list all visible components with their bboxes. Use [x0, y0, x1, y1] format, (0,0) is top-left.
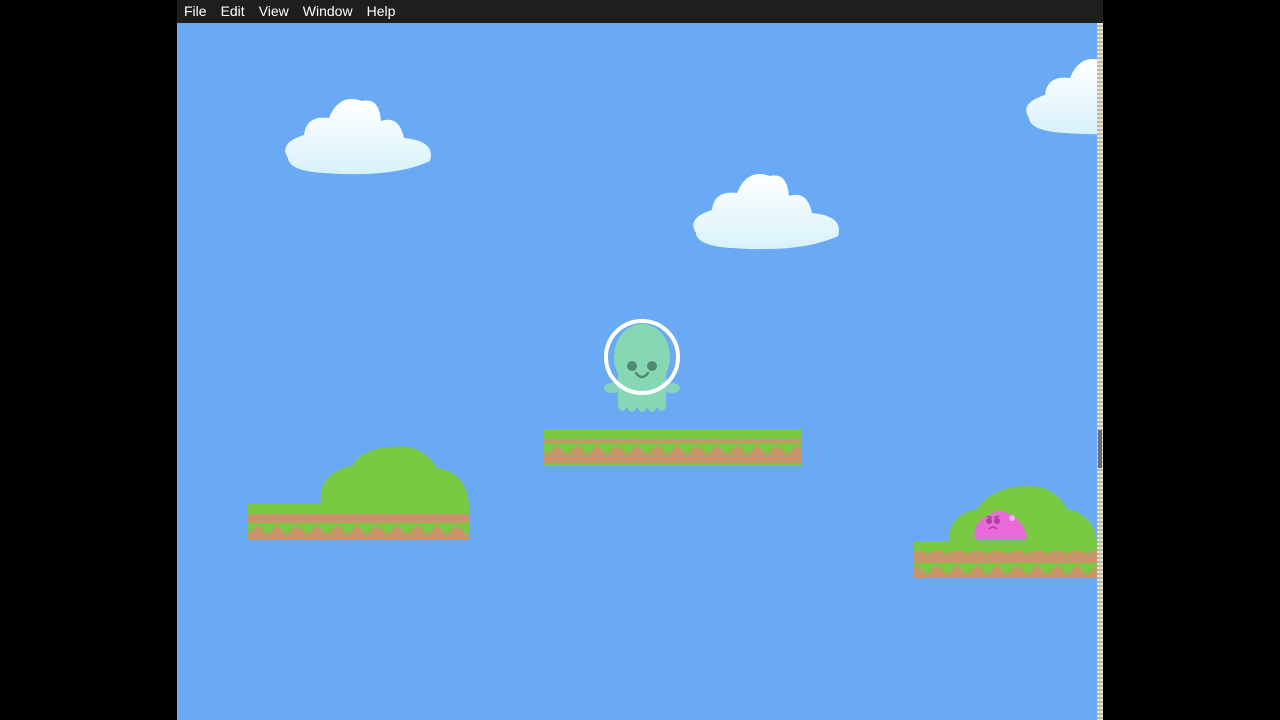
menu-edit[interactable]: Edit — [214, 0, 252, 23]
game-window: File Edit View Window Help — [177, 0, 1103, 720]
grass-platform — [247, 504, 469, 540]
scrollbar-thumb[interactable] — [1098, 430, 1102, 468]
menu-file[interactable]: File — [177, 0, 214, 23]
game-canvas[interactable] — [177, 23, 1103, 720]
grass-platform — [914, 541, 1103, 578]
menu-window[interactable]: Window — [296, 0, 360, 23]
window-edge-scrollbar[interactable] — [1097, 23, 1103, 720]
menu-view[interactable]: View — [252, 0, 296, 23]
menu-bar: File Edit View Window Help — [177, 0, 1103, 23]
grass-platform — [543, 429, 802, 466]
menu-help[interactable]: Help — [360, 0, 403, 23]
